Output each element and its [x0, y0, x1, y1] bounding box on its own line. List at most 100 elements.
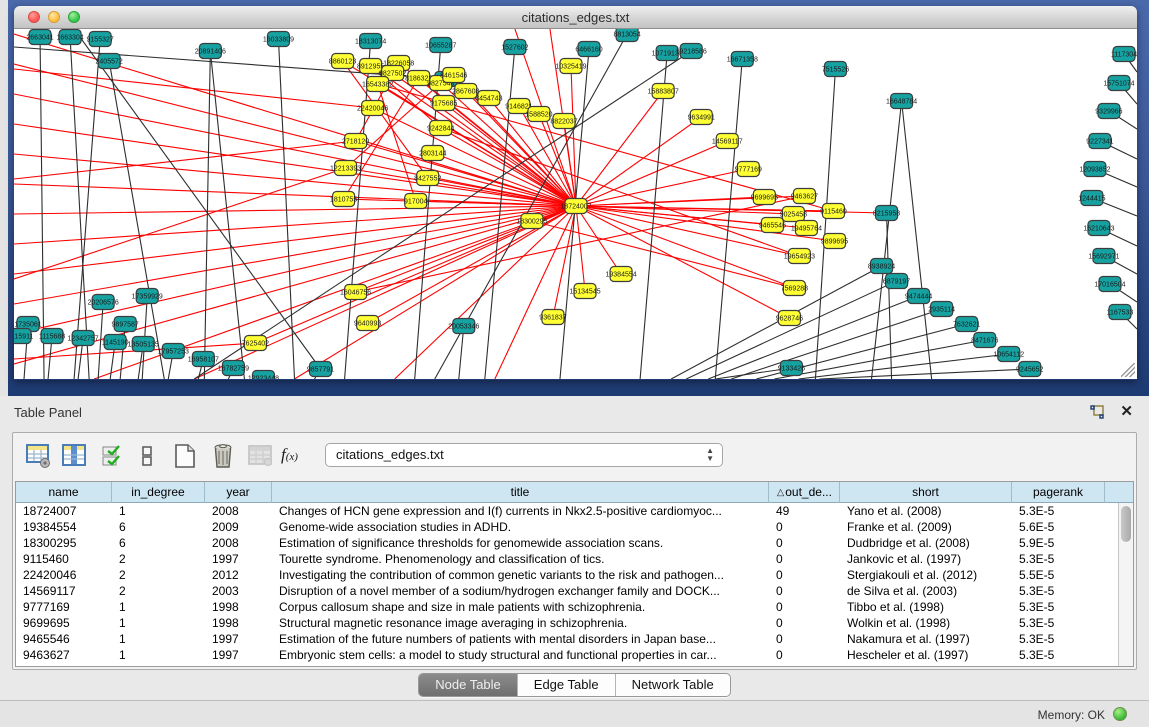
tab-edge-table[interactable]: Edge Table: [518, 674, 616, 696]
cell-name[interactable]: 9699695: [16, 615, 112, 631]
cell-pagerank[interactable]: 5.3E-5: [1012, 583, 1105, 599]
cell-out_de[interactable]: 0: [769, 519, 840, 535]
graph-node[interactable]: 9242844: [427, 121, 454, 136]
cell-in_degree[interactable]: 2: [112, 583, 205, 599]
graph-node[interactable]: 16543382: [362, 77, 393, 92]
graph-node[interactable]: 9025458: [780, 207, 807, 222]
graph-node[interactable]: 16033809: [263, 32, 294, 47]
cell-pagerank[interactable]: 5.3E-5: [1012, 599, 1105, 615]
new-table-icon[interactable]: [171, 442, 199, 470]
cell-out_de[interactable]: 0: [769, 567, 840, 583]
cell-title[interactable]: Estimation of the future numbers of pati…: [272, 631, 769, 647]
citation-edge[interactable]: [819, 369, 1029, 379]
cell-short[interactable]: Yano et al. (2008): [840, 503, 1012, 519]
cell-in_degree[interactable]: 1: [112, 615, 205, 631]
graph-node[interactable]: 18300295: [516, 214, 547, 229]
table-scrollbar-thumb[interactable]: [1121, 506, 1131, 542]
function-builder-icon[interactable]: f(x): [281, 445, 315, 473]
cell-out_de[interactable]: 0: [769, 631, 840, 647]
citation-edge[interactable]: [14, 206, 576, 274]
tab-network-table[interactable]: Network Table: [616, 674, 730, 696]
graph-node[interactable]: 9245652: [1016, 362, 1043, 377]
graph-node[interactable]: 8454743: [475, 91, 502, 106]
citation-edge[interactable]: [553, 206, 576, 317]
graph-node[interactable]: 15751074: [1103, 76, 1134, 91]
graph-node[interactable]: 8471676: [971, 333, 998, 348]
table-settings-icon[interactable]: [25, 442, 53, 470]
graph-node[interactable]: 6879197: [883, 274, 910, 289]
graph-node[interactable]: 9361837: [539, 310, 566, 325]
graph-node[interactable]: 2935114: [928, 302, 955, 317]
graph-node[interactable]: 7569288: [781, 281, 808, 296]
graph-node[interactable]: 20891406: [195, 44, 226, 59]
citation-edge[interactable]: [887, 213, 892, 379]
cell-name[interactable]: 18724007: [16, 503, 112, 519]
tab-node-table[interactable]: Node Table: [419, 674, 518, 696]
cell-name[interactable]: 19384554: [16, 519, 112, 535]
graph-node[interactable]: 10655287: [425, 38, 456, 53]
graph-node[interactable]: 16210643: [1083, 221, 1114, 236]
citation-edge[interactable]: [715, 59, 742, 379]
graph-node[interactable]: 1145190: [102, 335, 129, 350]
graph-node[interactable]: 16046756: [340, 285, 371, 300]
graph-node[interactable]: 6466160: [575, 42, 602, 57]
citation-edge[interactable]: [576, 141, 727, 206]
citation-edge[interactable]: [640, 53, 667, 379]
cell-pagerank[interactable]: 5.3E-5: [1012, 551, 1105, 567]
graph-node[interactable]: 12923448: [248, 371, 279, 380]
cell-title[interactable]: Tourette syndrome. Phenomenology and cla…: [272, 551, 769, 567]
cell-title[interactable]: Changes of HCN gene expression and I(f) …: [272, 503, 769, 519]
graph-node[interactable]: 2718120: [342, 134, 369, 149]
graph-node[interactable]: 18724007: [560, 199, 591, 214]
cell-name[interactable]: 9463627: [16, 647, 112, 663]
graph-node[interactable]: 1527602: [501, 40, 528, 55]
graph-node[interactable]: 14569117: [712, 134, 743, 149]
cell-short[interactable]: Stergiakouli et al. (2012): [840, 567, 1012, 583]
table-scrollbar[interactable]: [1118, 503, 1133, 666]
delete-table-icon[interactable]: [209, 442, 237, 470]
table-row[interactable]: 2242004622012Investigating the contribut…: [16, 567, 1133, 583]
citation-edge[interactable]: [294, 206, 576, 379]
graph-node[interactable]: 15134545: [569, 284, 600, 299]
cell-title[interactable]: Structural magnetic resonance image aver…: [272, 615, 769, 631]
graph-node[interactable]: 8822037: [550, 114, 577, 129]
cell-name[interactable]: 18300295: [16, 535, 112, 551]
graph-node[interactable]: 19384554: [605, 267, 636, 282]
cell-year[interactable]: 2008: [205, 503, 272, 519]
graph-node[interactable]: 9227341: [1086, 134, 1113, 149]
cell-in_degree[interactable]: 1: [112, 647, 205, 663]
cell-short[interactable]: Tibbo et al. (1998): [840, 599, 1012, 615]
graph-node[interactable]: 7632621: [953, 317, 980, 332]
graph-node[interactable]: 7515526: [822, 62, 849, 77]
citation-edge[interactable]: [74, 39, 100, 379]
citation-edge[interactable]: [70, 37, 89, 379]
cell-pagerank[interactable]: 5.3E-5: [1012, 647, 1105, 663]
citation-edge[interactable]: [14, 168, 346, 279]
graph-node[interactable]: 9329966: [1095, 104, 1122, 119]
table-row[interactable]: 1938455462009Genome-wide association stu…: [16, 519, 1133, 535]
column-header-title[interactable]: title: [272, 482, 769, 503]
graph-node[interactable]: 13505135: [128, 337, 159, 352]
graph-node[interactable]: 7625402: [242, 336, 269, 351]
show-column-icon[interactable]: [61, 442, 89, 470]
column-header-out_de[interactable]: △ out_de...: [769, 482, 840, 503]
cell-title[interactable]: Estimation of significance thresholds fo…: [272, 535, 769, 551]
citation-edge[interactable]: [210, 51, 244, 379]
graph-node[interactable]: 20053346: [448, 319, 479, 334]
cell-pagerank[interactable]: 5.5E-5: [1012, 567, 1105, 583]
cell-year[interactable]: 1997: [205, 647, 272, 663]
graph-node[interactable]: 22420046: [357, 101, 388, 116]
citation-edge[interactable]: [278, 39, 294, 379]
graph-node[interactable]: 1810755: [330, 192, 357, 207]
graph-node[interactable]: 10325419: [555, 59, 586, 74]
cell-in_degree[interactable]: 1: [112, 599, 205, 615]
cell-title[interactable]: Investigating the contribution of common…: [272, 567, 769, 583]
column-header-pagerank[interactable]: pagerank: [1012, 482, 1105, 503]
graph-node[interactable]: 9699695: [751, 190, 778, 205]
table-row[interactable]: 946362711997Embryonic stem cells: a mode…: [16, 647, 1133, 663]
cell-pagerank[interactable]: 5.6E-5: [1012, 519, 1105, 535]
citation-edge[interactable]: [14, 69, 373, 108]
cell-short[interactable]: Hescheler et al. (1997): [840, 647, 1012, 663]
graph-node[interactable]: 12213393: [330, 161, 361, 176]
graph-node[interactable]: 2663041: [26, 30, 53, 45]
